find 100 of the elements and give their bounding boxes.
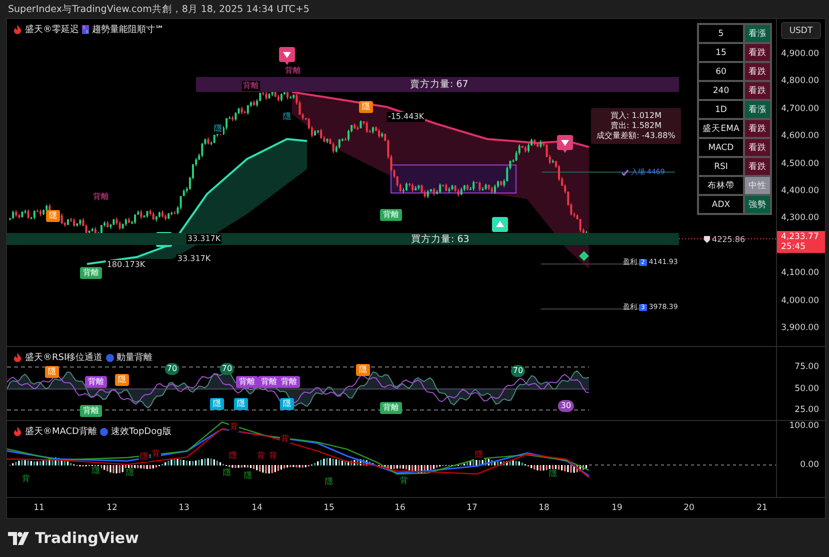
axis-label: 4,100.00 — [781, 268, 819, 278]
signal-cell: 中性 — [744, 176, 771, 195]
signal-cell: 看跌 — [744, 157, 771, 176]
signal-text: 背 — [399, 476, 409, 486]
axis-label: 4,400.00 — [781, 186, 819, 196]
signal-label: 隱 — [234, 398, 248, 410]
signal-label: 隱 — [210, 398, 224, 410]
time-label: 17 — [466, 503, 478, 513]
signal-label: 隱 — [115, 374, 129, 386]
signal-label: 背離 — [80, 405, 102, 417]
axis-label: 4,700.00 — [781, 104, 819, 114]
signal-text: 背 — [21, 474, 31, 484]
table-cell: ADX — [698, 195, 744, 214]
signal-text: 背 — [280, 434, 290, 444]
table-cell: 1D — [698, 100, 744, 119]
volume-text: 買入: 1.012M — [610, 111, 662, 121]
volume-text: 成交量差額: -43.88% — [596, 131, 676, 141]
signal-label: 背離 — [278, 376, 300, 388]
signal-text: 隱 — [228, 451, 238, 461]
table-cell: 布林帶 — [698, 176, 744, 195]
signal-cell: 看跌 — [744, 119, 771, 138]
time-label: 21 — [756, 503, 768, 513]
axis-label: 100.00 — [789, 421, 819, 431]
signal-label: 背離 — [85, 376, 107, 388]
brand-name: TradingView — [35, 529, 139, 547]
signal-text: 背離 — [92, 192, 110, 202]
signal-text: 背離 — [242, 81, 260, 91]
time-label: 12 — [106, 503, 118, 513]
table-cell: RSI — [698, 157, 744, 176]
axis-label: 4,000.00 — [781, 296, 819, 306]
signal-text: 隱 — [91, 466, 101, 476]
signal-text: 隱 — [548, 469, 558, 479]
indicator-subtitle: 動量背離 — [116, 352, 153, 364]
indicator-subtitle: 速效TopDog版 — [110, 426, 172, 438]
signal-label: 隱 — [45, 366, 59, 378]
time-label: 16 — [394, 503, 406, 513]
signal-text: 180.173K — [106, 260, 146, 270]
axis-label: 4,900.00 — [781, 49, 819, 59]
axis-label: 4,600.00 — [781, 131, 819, 142]
volume-text: 賣出: 1.582M — [610, 121, 662, 131]
indicator-title: 盛天®RSI移位通道 — [25, 352, 103, 364]
signal-text: 背 — [229, 422, 239, 432]
price-tag: 4,233.77 25:45 — [777, 230, 825, 253]
signal-label: 背離 — [380, 209, 402, 221]
signal-label: 70 — [164, 363, 180, 375]
indicator-subtitle: 趨勢量能阻順寸℠ — [92, 24, 164, 36]
signal-label: 30 — [558, 400, 574, 412]
table-cell: 60 — [698, 62, 744, 81]
signal-label: 70 — [510, 365, 526, 377]
signal-label: 隱 — [280, 398, 294, 410]
signal-text: 隱 — [213, 124, 223, 134]
signal-label: 背離 — [380, 402, 402, 414]
signal-text: 隱 — [282, 112, 292, 122]
signal-text: 背 — [151, 449, 161, 459]
axis-label: 3,900.00 — [781, 323, 819, 333]
signal-text: 背 — [256, 451, 266, 461]
signal-text: 隱 — [324, 477, 334, 487]
signal-text: -15.443K — [386, 112, 426, 122]
axis-label: 0.00 — [800, 460, 819, 470]
signal-text: 背離 — [284, 66, 302, 76]
time-label: 18 — [538, 503, 550, 513]
signal-cell: 看跌 — [744, 81, 771, 100]
time-label: 11 — [34, 503, 44, 513]
signal-label: 背離 — [258, 376, 280, 388]
time-label: 20 — [684, 503, 694, 513]
table-cell: 5 — [698, 24, 744, 43]
signal-label: 70 — [220, 363, 234, 375]
table-cell: 240 — [698, 81, 744, 100]
signal-text: 隱 — [243, 471, 253, 481]
indicator-title: 盛天®MACD背離 — [25, 426, 97, 438]
indicator-title: 盛天®零延迟 — [25, 24, 79, 36]
table-cell: MACD — [698, 138, 744, 157]
signal-label: 隱 — [356, 364, 370, 376]
signal-cell: 看漲 — [744, 24, 771, 43]
signal-cell: 看跌 — [744, 43, 771, 62]
table-cell: 15 — [698, 43, 744, 62]
time-label: 14 — [252, 503, 262, 513]
time-label: 19 — [612, 503, 622, 513]
signal-text: 33.317K — [176, 254, 212, 264]
signal-text: 背 — [268, 451, 278, 461]
signal-label: 背離 — [80, 267, 102, 279]
signal-text: 隱 — [125, 468, 135, 478]
signal-text: 隱 — [474, 450, 484, 460]
signal-label: 背離 — [236, 376, 258, 388]
time-label: 13 — [178, 503, 190, 513]
signal-cell: 看跌 — [744, 138, 771, 157]
table-cell: 盛天EMA — [698, 119, 744, 138]
axis-label: 75.00 — [794, 362, 819, 372]
axis-label: 4,300.00 — [781, 213, 819, 224]
chart-caption: SuperIndex与TradingView.com共創，8月 18, 2025 14:34 UTC+5 — [8, 2, 310, 16]
signal-label: 隱 — [46, 210, 60, 222]
signal-text: 33.317K — [186, 234, 222, 244]
time-label: 15 — [324, 503, 334, 513]
signal-cell: 看跌 — [744, 62, 771, 81]
axis-label: 4,800.00 — [781, 76, 819, 86]
signal-cell: 看漲 — [744, 100, 771, 119]
axis-label: 50.00 — [794, 384, 819, 394]
last-price-marker: 4225.86 — [712, 235, 746, 244]
signal-text: 隱 — [222, 468, 232, 478]
signal-cell: 強勢 — [744, 195, 771, 214]
